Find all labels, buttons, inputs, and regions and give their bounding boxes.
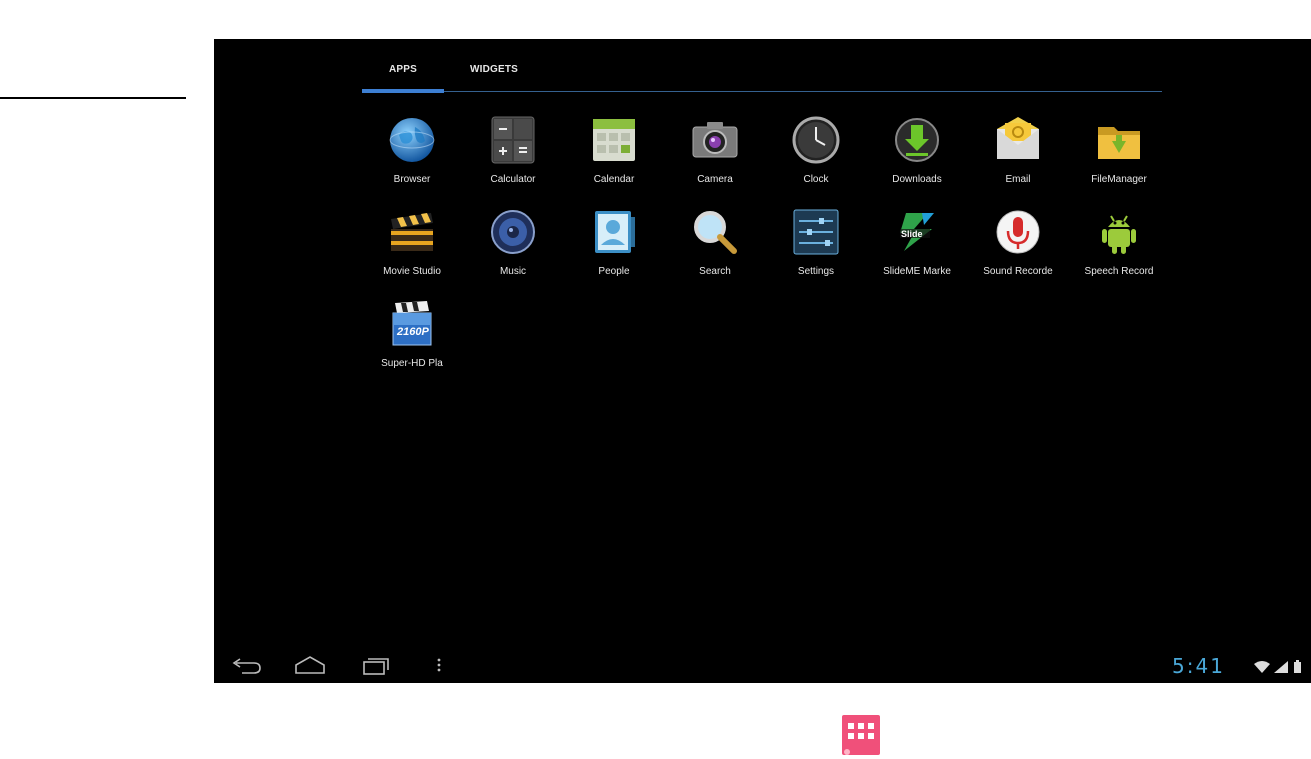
svg-text:Slide: Slide: [901, 229, 923, 239]
tab-divider: [362, 91, 1162, 92]
app-label: People: [598, 266, 630, 277]
app-launcher-icon[interactable]: [842, 715, 880, 755]
app-downloads[interactable]: Downloads: [867, 111, 967, 195]
app-email[interactable]: Email: [968, 111, 1068, 195]
app-super-hd-player[interactable]: 2160P Super-HD Pla: [362, 295, 462, 379]
android-icon: [1102, 215, 1136, 254]
app-label: Speech Record: [1084, 266, 1154, 277]
app-clock[interactable]: Clock: [766, 111, 866, 195]
magnifier-icon: [694, 211, 737, 254]
app-calculator[interactable]: Calculator: [463, 111, 563, 195]
app-filemanager[interactable]: FileManager: [1069, 111, 1169, 195]
contact-icon: [595, 211, 635, 253]
speaker-icon: [491, 210, 535, 254]
globe-icon: [389, 118, 435, 162]
app-label: Music: [499, 266, 527, 277]
slideme-icon: Slide: [900, 213, 934, 251]
home-icon[interactable]: [290, 653, 330, 677]
status-clock: 5:41: [1172, 654, 1225, 678]
camera-icon: [692, 122, 738, 158]
app-people[interactable]: People: [564, 203, 664, 287]
app-calendar[interactable]: Calendar: [564, 111, 664, 195]
app-slideme[interactable]: Slide SlideME Marke: [867, 203, 967, 287]
app-label: Sound Recorde: [983, 266, 1053, 277]
video-player-icon: 2160P: [392, 301, 432, 346]
svg-text:2160P: 2160P: [396, 326, 429, 338]
tab-widgets[interactable]: WIDGETS: [454, 63, 534, 91]
email-icon: [997, 117, 1039, 159]
clock-icon: [792, 116, 840, 164]
app-music[interactable]: Music: [463, 203, 563, 287]
microphone-icon: [996, 210, 1040, 254]
tablet-screen: APPS WIDGETS Browser Calculator Calendar…: [214, 39, 1311, 683]
recent-apps-icon[interactable]: [356, 653, 396, 677]
app-label: Super-HD Pla: [381, 358, 443, 369]
app-browser[interactable]: Browser: [362, 111, 462, 195]
calculator-icon: [491, 116, 535, 164]
app-label: Search: [699, 266, 731, 277]
app-movie-studio[interactable]: Movie Studio: [362, 203, 462, 287]
app-search[interactable]: Search: [665, 203, 765, 287]
sliders-icon: [793, 209, 839, 255]
app-label: Calendar: [593, 174, 635, 185]
app-label: Clock: [803, 174, 829, 185]
tab-apps[interactable]: APPS: [362, 63, 444, 91]
back-icon[interactable]: [228, 653, 268, 677]
app-label: SlideME Marke: [883, 266, 951, 277]
signal-icon: [1274, 661, 1288, 673]
download-icon: [895, 118, 939, 162]
app-label: Camera: [697, 174, 733, 185]
top-rule: [0, 97, 186, 99]
app-label: Movie Studio: [383, 266, 441, 277]
tab-selected-indicator: [362, 89, 444, 93]
folder-icon: [1098, 127, 1140, 159]
calendar-icon: [593, 119, 635, 161]
app-label: Downloads: [892, 174, 942, 185]
app-speech-recorder[interactable]: Speech Record: [1069, 203, 1169, 287]
tab-bar: APPS WIDGETS: [362, 39, 1162, 93]
menu-dots-icon[interactable]: [419, 653, 459, 677]
battery-icon: [1294, 660, 1301, 673]
app-sound-recorder[interactable]: Sound Recorde: [968, 203, 1068, 287]
app-label: Calculator: [490, 174, 536, 185]
app-label: FileManager: [1091, 174, 1147, 185]
wifi-icon: [1254, 661, 1270, 673]
system-nav-bar: 5:41: [214, 647, 1311, 683]
app-label: Email: [1005, 174, 1031, 185]
app-label: Settings: [797, 266, 835, 277]
app-camera[interactable]: Camera: [665, 111, 765, 195]
app-settings[interactable]: Settings: [766, 203, 866, 287]
app-label: Browser: [393, 174, 431, 185]
status-icons: [1254, 660, 1301, 673]
clapperboard-icon: [391, 213, 433, 251]
